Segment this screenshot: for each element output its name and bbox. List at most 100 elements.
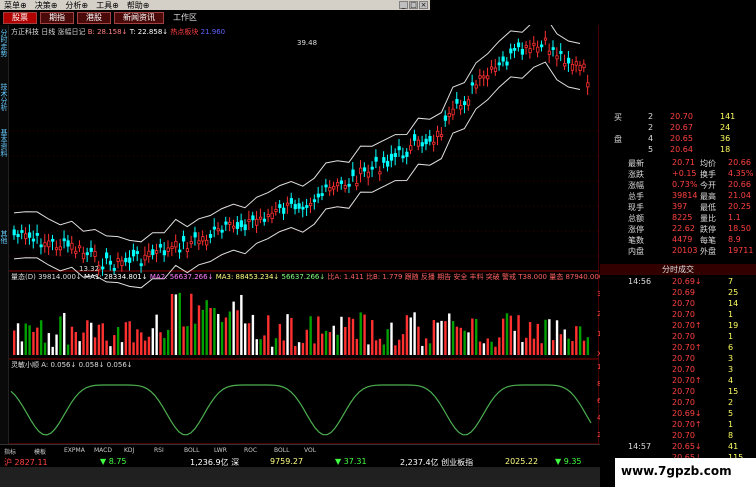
volume-bar — [232, 301, 235, 355]
vol-ma1: MA1: 28334.801↓ — [84, 273, 148, 281]
stat-value: 19711 — [728, 246, 754, 255]
candle-body — [516, 42, 521, 48]
candle-body — [243, 224, 247, 231]
stat-key: 最新 — [628, 159, 644, 168]
indicator-tab[interactable]: VOL — [304, 447, 316, 454]
tab-hk-stocks[interactable]: 港股 — [77, 11, 111, 24]
candle-body — [439, 134, 444, 138]
menu-bar: 菜单⊕ 决策⊕ 分析⊕ 工具⊕ 帮助⊕ _ □ × — [0, 0, 430, 10]
volume-bar — [151, 328, 154, 355]
candle-body — [27, 232, 32, 238]
candle-body — [432, 141, 436, 145]
volume-bar — [97, 324, 101, 355]
volume-bar — [567, 338, 570, 355]
hot-sector: 热点板块 — [170, 28, 199, 36]
indicator-tab[interactable]: MACD — [94, 447, 112, 454]
order-side: 买 — [614, 113, 622, 122]
stat-row: 涨跌 +0.15 换手 4.35% — [600, 169, 756, 180]
candle-body — [131, 249, 136, 257]
tick-time: 14:56 — [628, 277, 652, 286]
indicator-tab[interactable]: BOLL — [184, 447, 199, 454]
volume-bar — [536, 323, 539, 355]
chart-canvas[interactable] — [9, 25, 599, 465]
volume-bar — [552, 340, 555, 355]
sidebar-tab-intraday[interactable]: 分时走势 — [0, 29, 9, 57]
candle-body — [16, 233, 20, 238]
candle-body — [181, 236, 186, 242]
vol-ma3: MA3: 88453.234↓ — [215, 273, 280, 281]
candle-body — [501, 56, 505, 62]
volume-bar — [448, 313, 451, 355]
market-index-stat: 9759.27 — [270, 457, 304, 466]
indicator-tab[interactable]: RSI — [154, 447, 164, 454]
volume-bar — [205, 300, 208, 355]
volume-bar — [313, 343, 316, 355]
order-side: 盘 — [614, 135, 622, 144]
t-value: T: 22.858↓ — [129, 28, 169, 36]
volume-bar — [74, 331, 77, 355]
candle-body — [81, 252, 86, 260]
indicator-tab[interactable]: KDJ — [124, 447, 134, 454]
tick-price: 20.65↓ — [672, 442, 702, 451]
indicator-tab[interactable]: ROC — [244, 447, 257, 454]
candle-body — [551, 47, 555, 50]
indicator-tab[interactable]: 指标 — [4, 447, 16, 456]
menu-item-analysis[interactable]: 分析⊕ — [61, 0, 92, 11]
volume-bar — [424, 338, 428, 355]
candle-body — [513, 47, 517, 51]
tick-volume: 15 — [728, 387, 739, 396]
volume-bar — [93, 337, 97, 355]
tab-stocks[interactable]: 股票 — [3, 11, 37, 24]
chart-area[interactable]: 方正科技 日线 涨幅日记 B: 28.158↓ T: 22.858↓ 热点板块 … — [9, 25, 626, 465]
volume-bar — [428, 343, 432, 355]
candle-body — [285, 202, 290, 206]
candle-body — [105, 252, 109, 259]
minimize-icon[interactable]: _ — [399, 1, 408, 9]
menu-item-main[interactable]: 菜单⊕ — [0, 0, 31, 11]
volume-bar — [421, 345, 424, 355]
tick-row: 20.69↓ 5 — [600, 409, 756, 420]
menu-item-help[interactable]: 帮助⊕ — [123, 0, 154, 11]
menu-item-tools[interactable]: 工具⊕ — [92, 0, 123, 11]
stat-value: 39814 — [672, 191, 698, 200]
volume-bar — [398, 339, 401, 355]
tick-row: 20.70 3 — [600, 354, 756, 365]
volume-bar — [413, 312, 416, 355]
tab-news[interactable]: 新闻资讯 — [114, 11, 164, 24]
tab-futures[interactable]: 期指 — [40, 11, 74, 24]
volume-bar — [471, 318, 474, 355]
module-tab-bar: 股票 期指 港股 新闻资讯 工作区 — [0, 10, 430, 25]
maximize-icon[interactable]: □ — [409, 1, 418, 9]
volume-bar — [132, 342, 135, 355]
sidebar-tab-other[interactable]: 其他 — [0, 230, 9, 244]
volume-bar — [209, 307, 212, 355]
workspace-label[interactable]: 工作区 — [167, 12, 203, 23]
volume-bar — [86, 320, 89, 355]
indicator-tab[interactable]: EXPMA — [64, 447, 85, 454]
stat-row: 总手 39814 最高 21.04 — [600, 191, 756, 202]
volume-bar — [548, 319, 551, 355]
candle-body — [251, 215, 255, 221]
ticks-title[interactable]: 分时成交 — [600, 264, 756, 275]
candle-body — [216, 228, 220, 232]
tick-volume: 14 — [728, 299, 739, 308]
volume-bar — [159, 332, 162, 355]
order-level: 2 — [648, 123, 654, 132]
volume-bar — [197, 305, 201, 355]
volume-bar — [228, 311, 231, 355]
candle-body — [420, 142, 424, 147]
indicator-tab[interactable]: LWR — [214, 447, 227, 454]
volume-bar — [43, 342, 47, 355]
order-level: 2 — [648, 112, 654, 121]
indicator-tab[interactable]: 模板 — [34, 447, 46, 456]
sidebar-tab-technical[interactable]: 技术分析 — [0, 83, 9, 111]
menu-item-decision[interactable]: 决策⊕ — [31, 0, 62, 11]
candle-body — [197, 240, 201, 245]
tick-volume: 41 — [728, 442, 739, 451]
sidebar-tab-fundamental[interactable]: 基本资料 — [0, 129, 9, 157]
close-icon[interactable]: × — [419, 1, 428, 9]
candle-body — [255, 218, 259, 226]
order-book-row: 盘 4 20.65 36 — [600, 134, 756, 145]
indicator-tab[interactable]: BOLL — [274, 447, 289, 454]
tick-row: 20.70 1 — [600, 310, 756, 321]
